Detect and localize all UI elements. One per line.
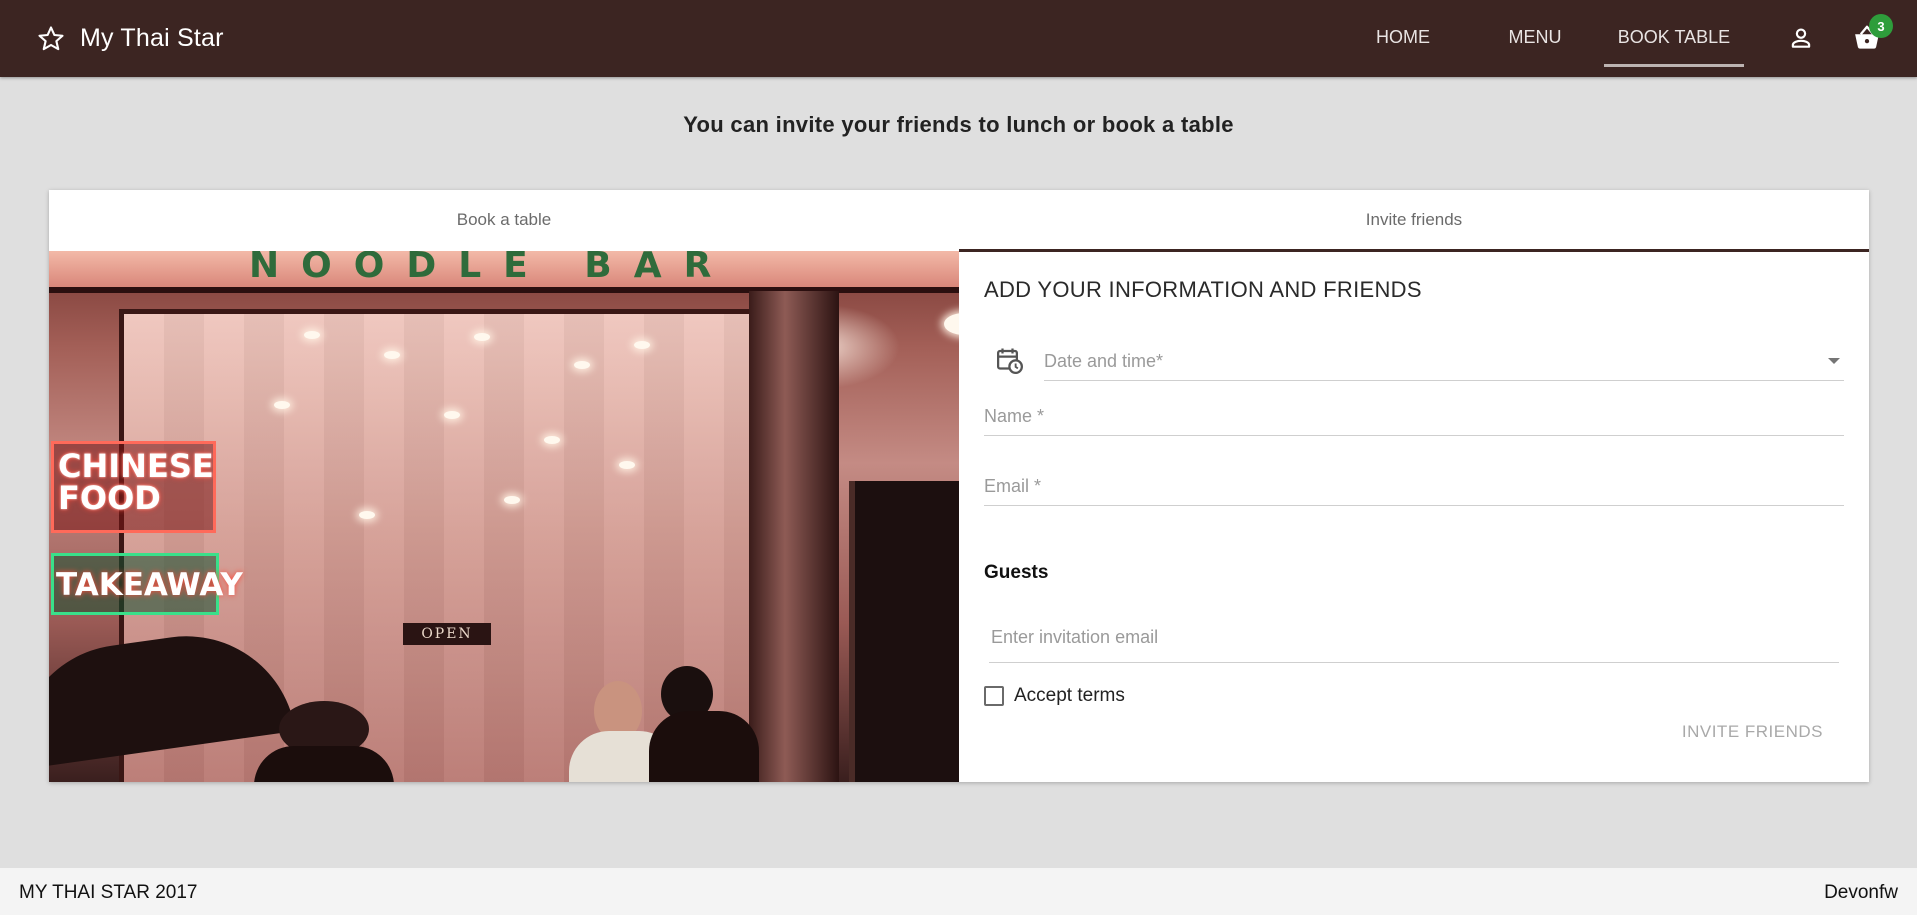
- tab-book-a-table[interactable]: Book a table: [49, 190, 959, 250]
- cart-button[interactable]: 3: [1847, 14, 1893, 58]
- ceiling-light: [384, 351, 400, 359]
- ceiling-light: [444, 411, 460, 419]
- ceiling-light: [544, 436, 560, 444]
- ceiling-light: [474, 333, 490, 341]
- email-field[interactable]: [984, 469, 1844, 506]
- tab-bar: Book a table Invite friends: [49, 190, 1869, 252]
- ceiling-light: [304, 331, 320, 339]
- tab-invite-friends[interactable]: Invite friends: [959, 190, 1869, 252]
- neon-sign-chinese-food: CHINESE FOOD: [51, 441, 216, 533]
- accept-terms[interactable]: Accept terms: [984, 685, 1125, 707]
- accept-terms-checkbox[interactable]: [984, 686, 1004, 706]
- accept-terms-label: Accept terms: [1014, 685, 1125, 706]
- pillar: [749, 291, 839, 782]
- ceiling-light: [359, 511, 375, 519]
- ceiling-light: [274, 401, 290, 409]
- nav-home[interactable]: HOME: [1368, 0, 1438, 77]
- invite-form: ADD YOUR INFORMATION AND FRIENDS Guests …: [959, 251, 1869, 782]
- footer: MY THAI STAR 2017 Devonfw: [0, 868, 1917, 915]
- ceiling-light: [634, 341, 650, 349]
- guests-label: Guests: [984, 562, 1049, 583]
- calendar-clock-icon: [997, 348, 1023, 374]
- invite-friends-button[interactable]: INVITE FRIENDS: [1676, 716, 1829, 748]
- doorway: [849, 481, 959, 782]
- cart-count-badge: 3: [1869, 14, 1893, 38]
- nav-menu[interactable]: MENU: [1500, 0, 1570, 77]
- booking-card: Book a table Invite friends NOODLE BAR C…: [49, 190, 1869, 782]
- page-headline: You can invite your friends to lunch or …: [683, 112, 1234, 137]
- ceiling-light: [619, 461, 635, 469]
- restaurant-photo: NOODLE BAR CHINESE FOOD TAKEAWAY OPEN: [49, 251, 959, 782]
- footer-credit: Devonfw: [1824, 882, 1898, 903]
- nav-book-table[interactable]: BOOK TABLE: [1604, 0, 1744, 77]
- footer-copyright: MY THAI STAR 2017: [19, 882, 198, 903]
- person: [649, 711, 759, 782]
- date-time-input[interactable]: [1044, 344, 1844, 378]
- dropdown-arrow-icon[interactable]: [1828, 358, 1840, 364]
- app-title: My Thai Star: [80, 24, 224, 52]
- email-input[interactable]: [984, 469, 1844, 503]
- name-field[interactable]: [984, 399, 1844, 436]
- brand[interactable]: My Thai Star: [36, 0, 224, 77]
- person: [254, 746, 394, 782]
- invitation-email-input[interactable]: [989, 620, 1841, 654]
- ceiling-light: [574, 361, 590, 369]
- star-icon: [38, 25, 64, 50]
- sign-text: NOODLE BAR: [249, 251, 734, 286]
- ceiling-light: [504, 496, 520, 504]
- invitation-email-field[interactable]: [989, 620, 1841, 663]
- account-button[interactable]: [1781, 18, 1821, 58]
- neon-sign-takeaway: TAKEAWAY: [51, 553, 243, 615]
- date-time-field[interactable]: [1044, 344, 1844, 381]
- top-toolbar: My Thai Star HOME MENU BOOK TABLE 3: [0, 0, 1917, 77]
- form-title: ADD YOUR INFORMATION AND FRIENDS: [984, 277, 1422, 302]
- person-icon: [1791, 28, 1811, 48]
- name-input[interactable]: [984, 399, 1844, 433]
- wall-lamp: [944, 313, 959, 335]
- open-sign: OPEN: [403, 623, 491, 645]
